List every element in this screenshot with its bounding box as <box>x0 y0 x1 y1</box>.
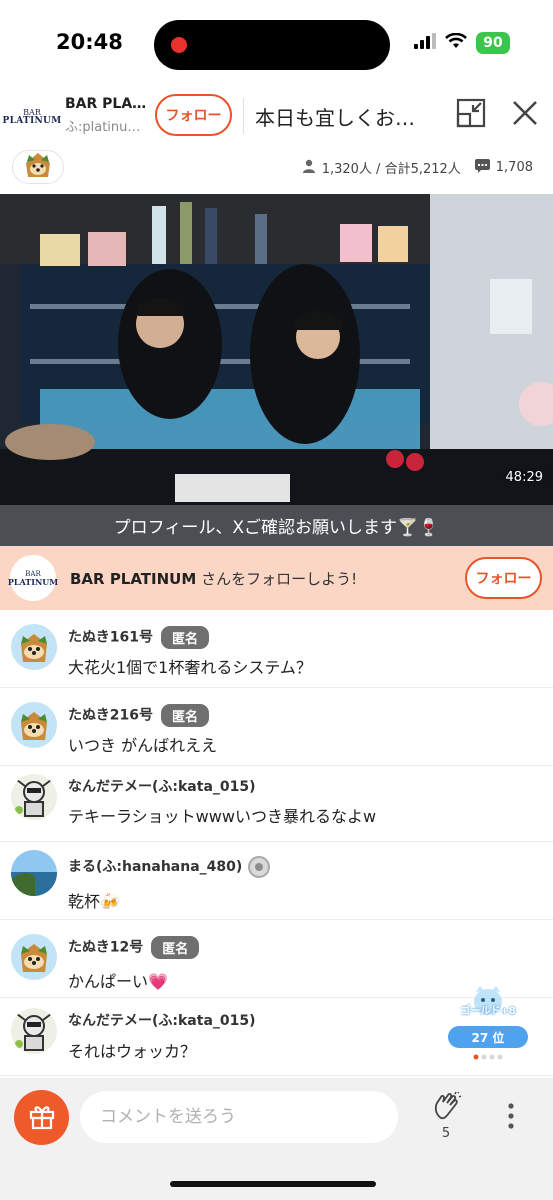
logo-line2: PLATINUM <box>2 115 62 126</box>
status-bar: 20:48 90 <box>0 0 553 88</box>
comment-icon <box>474 158 490 177</box>
comment-text: いつき がんばれええ <box>68 736 218 755</box>
comment-user[interactable]: たぬき12号 匿名 <box>68 936 200 959</box>
comment-user-name: たぬき216号 <box>68 707 153 724</box>
anonymous-badge: 匿名 <box>160 626 209 649</box>
minimize-icon <box>456 98 486 132</box>
comment-item[interactable]: なんだテメー(ふ:kata_015) テキーラショットwwwいつき暴れるなよw <box>0 766 553 842</box>
battery-indicator: 90 <box>476 32 510 54</box>
ranking-widget[interactable]: ゴールド+8 27 位 <box>448 982 528 1064</box>
close-icon <box>512 100 538 130</box>
comment-user-name: たぬき161号 <box>68 629 153 646</box>
comment-user[interactable]: たぬき216号 匿名 <box>68 704 209 727</box>
comment-user-name: なんだテメー(ふ:kata_015) <box>68 779 256 795</box>
channel-name[interactable]: BAR PLA… <box>65 96 147 112</box>
robot-avatar-icon[interactable] <box>11 774 57 820</box>
dynamic-island <box>154 20 390 70</box>
close-button[interactable] <box>508 98 542 132</box>
follow-button[interactable]: フォロー <box>155 94 232 136</box>
gift-icon <box>28 1102 56 1134</box>
follow-banner: BAR PLATINUM BAR PLATINUM さんをフォローしよう! フォ… <box>0 546 553 610</box>
header-divider <box>243 98 244 134</box>
status-time: 20:48 <box>56 30 123 54</box>
clap-count: 5 <box>441 1126 451 1141</box>
comment-item[interactable]: たぬき216号 匿名 いつき がんばれええ <box>0 688 553 766</box>
comment-text: それはウォッカ？ <box>68 1042 197 1061</box>
anonymous-badge: 匿名 <box>151 936 200 959</box>
tanuki-avatar-icon[interactable] <box>11 934 57 980</box>
home-indicator <box>170 1181 376 1187</box>
comment-user[interactable]: まる(ふ:hanahana_480) <box>68 856 271 878</box>
clap-icon <box>432 1090 462 1126</box>
comment-user[interactable]: なんだテメー(ふ:kata_015) <box>68 776 256 796</box>
comment-count: 1,708 <box>495 160 533 175</box>
rank-page-dots <box>473 1054 503 1060</box>
channel-emblem[interactable] <box>12 150 64 184</box>
comment-item[interactable]: まる(ふ:hanahana_480) 乾杯🍻 <box>0 842 553 920</box>
stream-title[interactable]: 本日も宜しくお… <box>255 102 440 131</box>
more-options-button[interactable] <box>496 1098 526 1138</box>
tanuki-avatar-icon[interactable] <box>11 702 57 748</box>
comment-text: 大花火1個で1杯奢れるシステム？ <box>68 658 312 677</box>
video-frame <box>0 194 553 505</box>
comment-user[interactable]: なんだテメー(ふ:kata_015) <box>68 1010 256 1030</box>
channel-id: ふ:platinu… <box>65 120 141 135</box>
rank-position: 27 位 <box>448 1026 528 1048</box>
tanuki-emblem-icon <box>23 151 53 183</box>
elapsed-time: 48:29 <box>505 470 543 485</box>
minimize-button[interactable] <box>454 98 488 132</box>
stream-caption: プロフィール、Xご確認お願いします🍸🍷 <box>0 505 553 546</box>
gold-rank-label: ゴールド+8 <box>460 1006 516 1017</box>
sea-photo-avatar-icon[interactable] <box>11 850 57 896</box>
comment-user-name: まる(ふ:hanahana_480) <box>68 859 243 875</box>
banner-logo-line2: PLATINUM <box>7 576 59 587</box>
viewer-row: 1,320人 / 合計5,212人 1,708 <box>0 146 553 190</box>
comment-user[interactable]: たぬき161号 匿名 <box>68 626 209 649</box>
comment-item[interactable]: たぬき161号 匿名 大花火1個で1杯奢れるシステム？ <box>0 610 553 688</box>
more-vertical-icon <box>508 1103 514 1133</box>
gift-button[interactable] <box>14 1090 69 1145</box>
comment-text: テキーラショットwwwいつき暴れるなよw <box>68 807 377 826</box>
tanuki-avatar-icon[interactable] <box>11 624 57 670</box>
banner-channel-logo[interactable]: BAR PLATINUM <box>7 555 59 601</box>
comment-text: 乾杯🍻 <box>68 892 120 911</box>
follow-prompt-name: BAR PLATINUM <box>70 570 197 588</box>
status-icons: 90 <box>414 32 510 54</box>
viewer-count: 1,320人 / 合計5,212人 <box>321 162 461 177</box>
comment-user-name: たぬき12号 <box>68 939 144 956</box>
anonymous-badge: 匿名 <box>160 704 209 727</box>
signal-icon <box>414 33 436 53</box>
comment-text: かんぱーい💗 <box>68 972 168 991</box>
wifi-icon <box>445 32 467 53</box>
follow-prompt: BAR PLATINUM さんをフォローしよう! <box>70 568 357 589</box>
recording-indicator <box>171 37 187 53</box>
person-icon <box>302 159 316 177</box>
clap-button[interactable]: 5 <box>424 1090 468 1144</box>
channel-logo[interactable]: BAR PLATINUM <box>3 97 62 137</box>
member-badge-icon <box>248 856 271 878</box>
battery-level: 90 <box>483 35 503 51</box>
viewer-stats: 1,320人 / 合計5,212人 1,708 <box>302 158 533 177</box>
comment-user-name: なんだテメー(ふ:kata_015) <box>68 1013 256 1029</box>
banner-follow-button[interactable]: フォロー <box>465 557 542 599</box>
robot-avatar-icon[interactable] <box>11 1008 57 1054</box>
comment-input[interactable] <box>80 1091 398 1143</box>
video-player[interactable]: 48:29 <box>0 194 553 505</box>
stream-header: BAR PLATINUM BAR PLA… ふ:platinu… フォロー 本日… <box>0 88 553 146</box>
follow-prompt-suffix: さんをフォローしよう! <box>196 570 358 588</box>
